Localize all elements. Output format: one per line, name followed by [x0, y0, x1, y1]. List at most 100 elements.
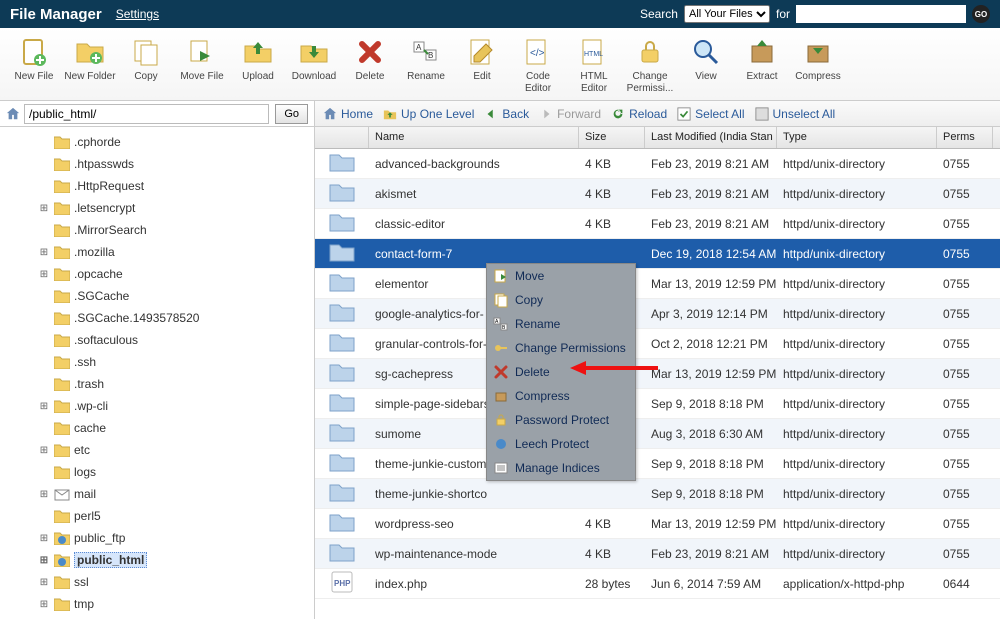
tree-item[interactable]: ⊞ public_ftp [0, 527, 314, 549]
ctx-compress[interactable]: Compress [487, 384, 635, 408]
toolbar-code-editor[interactable]: </>Code Editor [512, 32, 564, 98]
tree-item[interactable]: .softaculous [0, 329, 314, 351]
ctx-change-permissions[interactable]: Change Permissions [487, 336, 635, 360]
file-row[interactable]: wordpress-seo4 KBMar 13, 2019 12:59 PMht… [315, 509, 1000, 539]
tree-item[interactable]: cache [0, 417, 314, 439]
expand-icon[interactable]: ⊞ [38, 533, 50, 544]
tree-item[interactable]: ⊞.opcache [0, 263, 314, 285]
file-row[interactable]: theme-junkie-customSep 9, 2018 8:18 PMht… [315, 449, 1000, 479]
file-row[interactable]: classic-editor4 KBFeb 23, 2019 8:21 AMht… [315, 209, 1000, 239]
context-menu[interactable]: MoveCopyABRenameChange PermissionsDelete… [486, 263, 636, 481]
toolbar-delete[interactable]: Delete [344, 32, 396, 87]
nav-forward[interactable]: Forward [539, 107, 601, 121]
expand-icon[interactable]: ⊞ [38, 401, 50, 412]
folder-icon [328, 361, 356, 386]
nav-reload[interactable]: Reload [611, 107, 667, 121]
toolbar-view[interactable]: View [680, 32, 732, 87]
file-table-header[interactable]: Name Size Last Modified (India Stan Type… [315, 127, 1000, 149]
expand-icon[interactable]: ⊞ [38, 203, 50, 214]
ctx-password-protect[interactable]: Password Protect [487, 408, 635, 432]
tree-item[interactable]: ⊞ mail [0, 483, 314, 505]
nav-select-all[interactable]: Select All [677, 107, 744, 121]
tree-item[interactable]: .ssh [0, 351, 314, 373]
go-button[interactable]: GO [972, 5, 990, 23]
file-type: httpd/unix-directory [777, 277, 937, 291]
folder-icon [328, 271, 356, 296]
ctx-copy[interactable]: Copy [487, 288, 635, 312]
expand-icon[interactable]: ⊞ [38, 269, 50, 280]
tree-item[interactable]: .SGCache.1493578520 [0, 307, 314, 329]
ctx-rename[interactable]: ABRename [487, 312, 635, 336]
nav-unselect-all[interactable]: Unselect All [755, 107, 836, 121]
toolbar-change-permissions[interactable]: Change Permissi... [624, 32, 676, 98]
file-row[interactable]: theme-junkie-shortcoSep 9, 2018 8:18 PMh… [315, 479, 1000, 509]
expand-icon[interactable]: ⊞ [38, 247, 50, 258]
nav-home[interactable]: Home [323, 107, 373, 121]
path-go-button[interactable]: Go [275, 104, 308, 124]
tree-label: public_ftp [74, 531, 125, 545]
expand-icon[interactable]: ⊞ [38, 555, 50, 566]
file-row[interactable]: simple-page-sidebarsSep 9, 2018 8:18 PMh… [315, 389, 1000, 419]
file-row[interactable]: sumomeAug 3, 2018 6:30 AMhttpd/unix-dire… [315, 419, 1000, 449]
file-row[interactable]: sg-cachepressMar 13, 2019 12:59 PMhttpd/… [315, 359, 1000, 389]
toolbar-new-folder[interactable]: New Folder [64, 32, 116, 87]
expand-icon[interactable]: ⊞ [38, 577, 50, 588]
toolbar-compress[interactable]: Compress [792, 32, 844, 87]
file-row[interactable]: wp-maintenance-mode4 KBFeb 23, 2019 8:21… [315, 539, 1000, 569]
expand-icon[interactable]: ⊞ [38, 489, 50, 500]
file-row[interactable]: akismet4 KBFeb 23, 2019 8:21 AMhttpd/uni… [315, 179, 1000, 209]
settings-link[interactable]: Settings [116, 7, 159, 21]
nav-up-one-level[interactable]: Up One Level [383, 107, 474, 121]
toolbar-extract[interactable]: Extract [736, 32, 788, 87]
tree-item[interactable]: ⊞ssl [0, 571, 314, 593]
tree-item[interactable]: .cphorde [0, 131, 314, 153]
tree-item[interactable]: perl5 [0, 505, 314, 527]
file-row[interactable]: contact-form-7Dec 19, 2018 12:54 AMhttpd… [315, 239, 1000, 269]
tree-label: .SGCache.1493578520 [74, 311, 199, 325]
file-date: Feb 23, 2019 8:21 AM [645, 157, 777, 171]
nav-back[interactable]: Back [484, 107, 529, 121]
tree-item[interactable]: ⊞.wp-cli [0, 395, 314, 417]
tree-item[interactable]: .trash [0, 373, 314, 395]
toolbar-copy[interactable]: Copy [120, 32, 172, 87]
file-row[interactable]: elementorMar 13, 2019 12:59 PMhttpd/unix… [315, 269, 1000, 299]
file-row[interactable]: google-analytics-for-Apr 3, 2019 12:14 P… [315, 299, 1000, 329]
file-perms: 0755 [937, 157, 993, 171]
file-row[interactable]: advanced-backgrounds4 KBFeb 23, 2019 8:2… [315, 149, 1000, 179]
path-input[interactable] [24, 104, 269, 124]
tree-label: .trash [74, 377, 104, 391]
toolbar-new-file[interactable]: New File [8, 32, 60, 87]
ctx-move[interactable]: Move [487, 264, 635, 288]
tree-item[interactable]: logs [0, 461, 314, 483]
folder-icon [328, 511, 356, 536]
file-row[interactable]: PHPindex.php28 bytesJun 6, 2014 7:59 AMa… [315, 569, 1000, 599]
file-row[interactable]: granular-controls-for-Oct 2, 2018 12:21 … [315, 329, 1000, 359]
toolbar-upload[interactable]: Upload [232, 32, 284, 87]
expand-icon[interactable]: ⊞ [38, 599, 50, 610]
tree-item[interactable]: .SGCache [0, 285, 314, 307]
tree-item[interactable]: .HttpRequest [0, 175, 314, 197]
tree-item[interactable]: ⊞tmp [0, 593, 314, 615]
tree-item[interactable]: .MirrorSearch [0, 219, 314, 241]
ctx-delete[interactable]: Delete [487, 360, 635, 384]
toolbar-download[interactable]: Download [288, 32, 340, 87]
ctx-manage-indices[interactable]: Manage Indices [487, 456, 635, 480]
tree-label: mail [74, 487, 96, 501]
toolbar-label: New Folder [64, 71, 115, 83]
expand-icon[interactable]: ⊞ [38, 445, 50, 456]
search-input[interactable] [796, 5, 966, 23]
tree-item[interactable]: .htpasswds [0, 153, 314, 175]
toolbar-rename[interactable]: ABRename [400, 32, 452, 87]
folder-tree[interactable]: .cphorde.htpasswds.HttpRequest⊞.letsencr… [0, 127, 314, 619]
search-scope-select[interactable]: All Your Files [684, 5, 770, 23]
tree-item[interactable]: ⊞public_html [0, 549, 314, 571]
toolbar-move-file[interactable]: Move File [176, 32, 228, 87]
file-perms: 0755 [937, 367, 993, 381]
tree-item[interactable]: ⊞.mozilla [0, 241, 314, 263]
tree-item[interactable]: ⊞etc [0, 439, 314, 461]
file-list[interactable]: advanced-backgrounds4 KBFeb 23, 2019 8:2… [315, 149, 1000, 599]
toolbar-edit[interactable]: Edit [456, 32, 508, 87]
ctx-leech-protect[interactable]: Leech Protect [487, 432, 635, 456]
tree-item[interactable]: ⊞.letsencrypt [0, 197, 314, 219]
toolbar-html-editor[interactable]: HTMLHTML Editor [568, 32, 620, 98]
